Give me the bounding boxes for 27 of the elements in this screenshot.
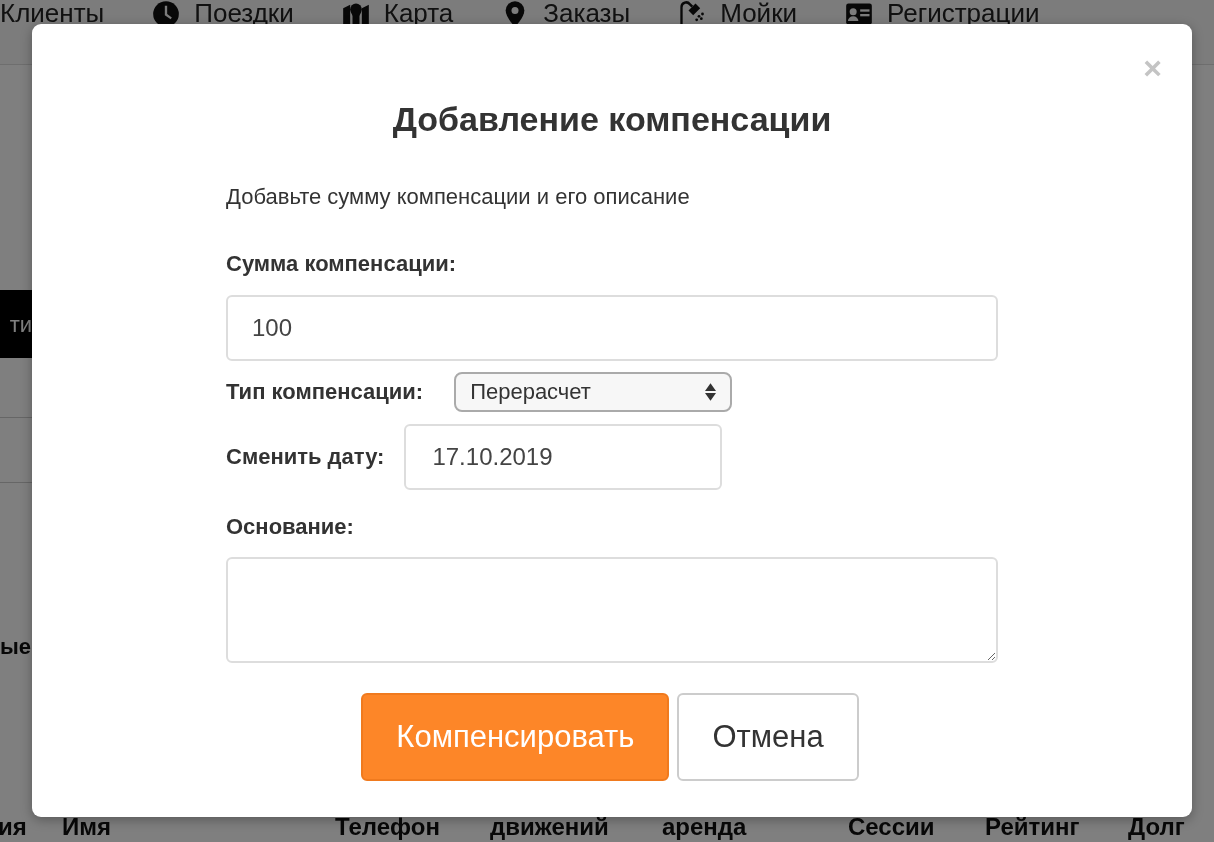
- field-label: Сумма компенсации:: [226, 249, 458, 278]
- sidebar-button[interactable]: ти: [0, 290, 32, 358]
- updown-arrows-icon: [705, 381, 717, 402]
- field-label: Сменить дату:: [226, 443, 385, 472]
- field-label: Тип компенсации:: [226, 378, 424, 407]
- nav-link[interactable]: Клиенты: [0, 0, 105, 28]
- description-text: Добавьте сумму компенсации и его описание: [226, 182, 691, 211]
- text-area[interactable]: [226, 556, 998, 663]
- modal-title: Добавление компенсации: [392, 99, 832, 140]
- compensate-button[interactable]: Компенсировать: [361, 692, 670, 781]
- field-label: Основание:: [226, 512, 355, 541]
- column-header: движений: [490, 814, 609, 839]
- nav-link[interactable]: Поездки: [152, 0, 294, 28]
- section-title: ые: [0, 633, 32, 661]
- nav-link[interactable]: Регистрации: [845, 0, 1040, 28]
- column-header: Сессии: [848, 814, 935, 839]
- input-field[interactable]: 100: [226, 294, 998, 361]
- column-header: аренда: [662, 814, 747, 839]
- cancel-button[interactable]: Отмена: [677, 692, 859, 781]
- nav-link[interactable]: Мойки: [678, 0, 798, 28]
- column-header: ия: [0, 814, 27, 839]
- column-header: Имя: [62, 814, 111, 839]
- column-header: Долг: [1128, 814, 1185, 839]
- column-header: Рейтинг: [985, 814, 1080, 839]
- date-field[interactable]: 17.10.2019: [404, 423, 723, 490]
- column-header: Телефон: [335, 814, 440, 839]
- select-field[interactable]: Перерасчет: [454, 371, 733, 412]
